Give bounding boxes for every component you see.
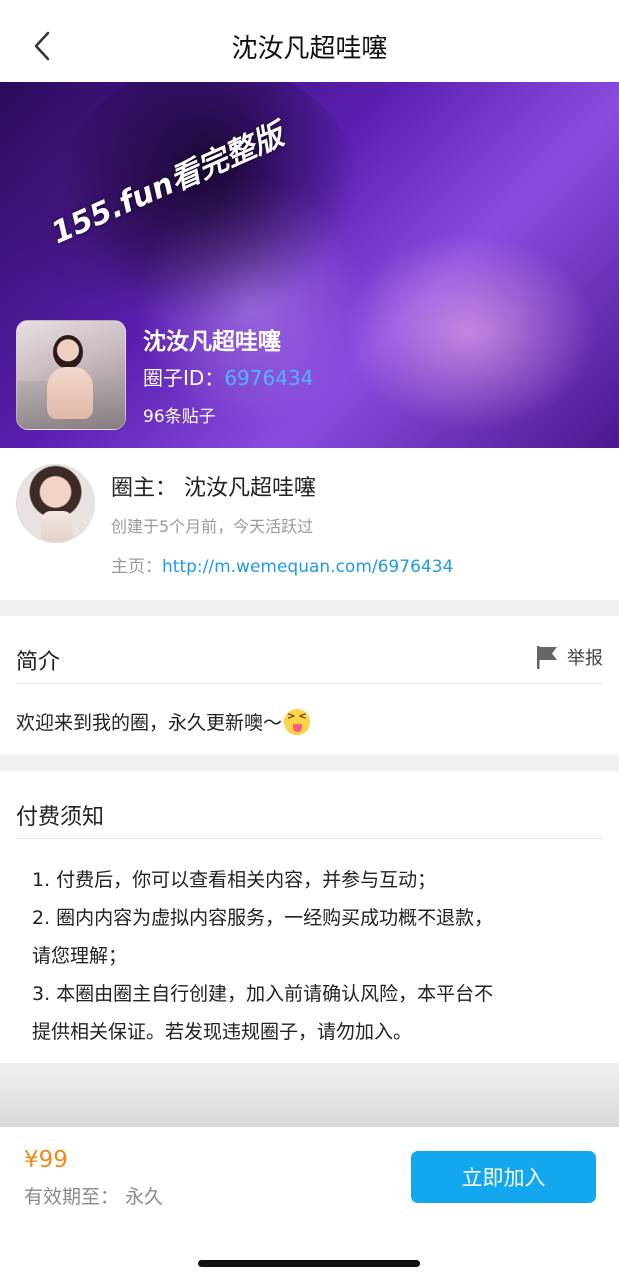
intro-card: 简介 举报 欢迎来到我的圈，永久更新噢～ — [0, 616, 619, 755]
owner-homepage: 主页：http://m.wemequan.com/6976434 — [111, 552, 453, 577]
circle-id-label: 圈子ID： — [143, 366, 225, 390]
cover-figure-head — [53, 335, 83, 369]
notice-line: 3. 本圈由圈主自行创建，加入前请确认风险，本平台不 — [32, 983, 494, 1005]
intro-text: 欢迎来到我的圈，永久更新噢～ — [16, 708, 311, 735]
notice-divider — [16, 838, 603, 839]
intro-title: 简介 — [16, 650, 61, 675]
page-title: 沈汝凡超哇噻 — [231, 34, 388, 64]
notice-line: 提供相关保证。若发现违规圈子，请勿加入。 — [32, 1021, 413, 1043]
hero-banner: 155.fun看完整版 沈汝凡超哇噻 圈子ID：6976434 96条贴子 — [0, 82, 619, 448]
homepage-link[interactable]: http://m.wemequan.com/6976434 — [162, 557, 453, 577]
notice-list: 1. 付费后，你可以查看相关内容，并参与互动； 2. 圈内内容为虚拟内容服务，一… — [32, 861, 592, 1051]
intro-divider — [16, 683, 603, 684]
nav-bar: 沈汝凡超哇噻 — [0, 0, 619, 82]
circle-cover-image[interactable] — [16, 320, 126, 430]
home-indicator[interactable] — [198, 1260, 420, 1267]
owner-section: 圈主： 沈汝凡超哇噻 创建于5个月前，今天活跃过 主页：http://m.wem… — [0, 448, 619, 600]
cover-figure-body — [47, 367, 93, 419]
owner-avatar[interactable] — [16, 464, 95, 543]
validity-period: 有效期至： 永久 — [24, 1186, 164, 1208]
notice-line: 2. 圈内内容为虚拟内容服务，一经购买成功概不退款， — [32, 907, 494, 929]
homepage-label: 主页： — [111, 557, 162, 577]
intro-text-content: 欢迎来到我的圈，永久更新噢～ — [16, 712, 283, 734]
report-label[interactable]: 举报 — [567, 644, 603, 670]
notice-line: 请您理解； — [32, 945, 128, 967]
circle-name: 沈汝凡超哇噻 — [143, 329, 281, 355]
join-button[interactable]: 立即加入 — [411, 1151, 596, 1203]
price: ¥99 — [24, 1147, 68, 1173]
payment-notice-card: 付费须知 1. 付费后，你可以查看相关内容，并参与互动； 2. 圈内内容为虚拟内… — [0, 771, 619, 1063]
flag-icon[interactable] — [535, 644, 559, 670]
squinting-tongue-emoji — [284, 708, 311, 735]
owner-created-info: 创建于5个月前，今天活跃过 — [111, 517, 314, 536]
notice-title: 付费须知 — [16, 805, 105, 830]
circle-id-value: 6976434 — [224, 366, 314, 390]
report-button[interactable]: 举报 — [535, 644, 603, 670]
notice-line: 1. 付费后，你可以查看相关内容，并参与互动； — [32, 869, 437, 891]
purchase-bar: ¥99 有效期至： 永久 立即加入 — [0, 1127, 619, 1280]
circle-id: 圈子ID：6976434 — [143, 362, 313, 391]
owner-name: 圈主： 沈汝凡超哇噻 — [111, 476, 316, 501]
content-bottom-spacer — [0, 1063, 619, 1127]
post-count: 96条贴子 — [143, 407, 216, 427]
